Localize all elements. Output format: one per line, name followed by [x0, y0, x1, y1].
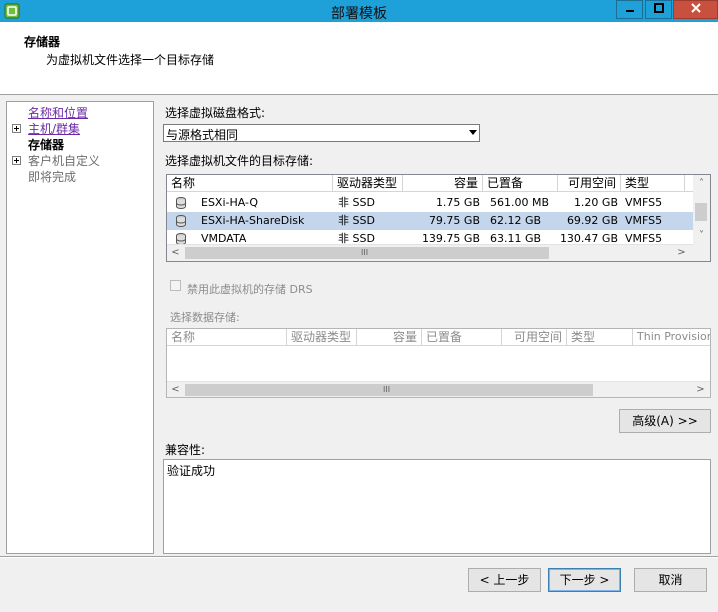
cancel-button[interactable]: 取消	[634, 568, 707, 592]
window-title: 部署模板	[331, 6, 387, 22]
scroll-up-icon[interactable]: ˄	[693, 175, 710, 192]
column-header-capacity: 容量	[357, 329, 422, 346]
expand-host-cluster-icon[interactable]	[12, 124, 21, 133]
footer-divider-highlight	[0, 557, 718, 558]
target-vertical-scrollbar[interactable]: ˄ ˅	[693, 175, 710, 244]
disable-drs-label: 禁用此虚拟机的存储 DRS	[187, 283, 313, 296]
column-header-capacity[interactable]: 容量	[403, 175, 483, 192]
column-header-provisioned: 已置备	[422, 329, 502, 346]
column-header-drive-type: 驱动器类型	[287, 329, 357, 346]
vertical-scroll-thumb[interactable]	[695, 203, 707, 221]
back-button[interactable]: < 上一步	[468, 568, 541, 592]
minimize-button[interactable]	[616, 0, 643, 19]
cell-type: VMFS5	[625, 214, 663, 227]
cell-drive-type: 非 SSD	[338, 196, 375, 209]
wizard-steps-nav: 名称和位置 主机/群集 存储器 客户机自定义 即将完成	[6, 101, 154, 554]
column-header-type[interactable]: 类型	[621, 175, 685, 192]
nav-item-host-cluster[interactable]: 主机/群集	[28, 120, 80, 137]
disk-format-select[interactable]: 与源格式相同	[163, 124, 480, 142]
cell-drive-type: 非 SSD	[338, 214, 375, 227]
scroll-down-icon[interactable]: ˅	[693, 227, 710, 244]
disk-format-label: 选择虚拟磁盘格式:	[165, 106, 266, 120]
next-button[interactable]: 下一步 >	[548, 568, 621, 592]
datastore-horizontal-scrollbar[interactable]: < III >	[167, 381, 710, 397]
close-button[interactable]	[673, 0, 718, 19]
scroll-grip: III	[361, 248, 369, 257]
column-header-free-space[interactable]: 可用空间	[558, 175, 621, 192]
title-bar[interactable]: 部署模板	[0, 0, 718, 22]
disable-drs-checkbox[interactable]	[170, 280, 181, 291]
cell-provisioned: 63.11 GB	[490, 232, 542, 244]
column-header-type: 类型	[567, 329, 633, 346]
compatibility-status: 验证成功	[167, 464, 216, 478]
datastore-table: 名称 驱动器类型 容量 已置备 可用空间 类型 Thin Provisionin…	[166, 328, 711, 398]
scroll-grip: III	[383, 385, 391, 394]
scrollbar-corner	[693, 244, 710, 261]
column-header-name[interactable]: 名称	[167, 175, 333, 192]
cell-drive-type: 非 SSD	[338, 232, 375, 244]
disk-format-value: 与源格式相同	[166, 128, 239, 142]
nav-item-name-location[interactable]: 名称和位置	[28, 104, 88, 121]
datastore-icon	[176, 197, 186, 209]
scroll-left-icon[interactable]: <	[167, 245, 184, 261]
target-storage-table: 名称 驱动器类型 容量 已置备 可用空间 类型 ESXi-HA-Q 非 SSD …	[166, 174, 711, 262]
deploy-template-window: 部署模板 存储器 为虚拟机文件选择一个目标存储 名称和位置 主机/群集 存储器 …	[0, 0, 718, 612]
cell-capacity: 139.75 GB	[421, 232, 480, 244]
datastore-icon	[176, 215, 186, 227]
select-datastore-label: 选择数据存储:	[170, 311, 240, 324]
cell-provisioned: 62.12 GB	[490, 214, 542, 227]
scroll-left-icon[interactable]: <	[167, 382, 184, 397]
cell-provisioned: 561.00 MB	[490, 196, 550, 209]
cell-name: ESXi-HA-ShareDisk	[201, 214, 305, 227]
chevron-down-icon	[469, 130, 477, 135]
nav-item-guest-customization: 客户机自定义	[28, 154, 101, 168]
nav-item-ready-to-complete: 即将完成	[28, 170, 77, 184]
close-icon	[690, 3, 701, 13]
column-header-name: 名称	[167, 329, 287, 346]
cell-type: VMFS5	[625, 232, 663, 244]
target-storage-label: 选择虚拟机文件的目标存储:	[165, 154, 314, 168]
expand-guest-customization-icon[interactable]	[12, 156, 21, 165]
advanced-button[interactable]: 高级(A) >>	[619, 409, 711, 433]
cell-type: VMFS5	[625, 196, 663, 209]
cell-free-space: 1.20 GB	[573, 196, 618, 209]
minimize-icon	[625, 10, 634, 12]
cell-free-space: 69.92 GB	[566, 214, 618, 227]
wizard-header: 存储器 为虚拟机文件选择一个目标存储	[0, 22, 718, 95]
cell-free-space: 130.47 GB	[559, 232, 618, 244]
compatibility-label: 兼容性:	[165, 443, 206, 457]
cell-name: ESXi-HA-Q	[201, 196, 259, 209]
compatibility-box: 验证成功	[163, 459, 711, 554]
page-subtitle: 为虚拟机文件选择一个目标存储	[46, 53, 215, 67]
scroll-right-icon[interactable]: >	[692, 382, 709, 397]
column-header-thin-provisioning: Thin Provisioning	[633, 329, 710, 346]
page-title: 存储器	[24, 35, 61, 49]
column-header-free-space: 可用空间	[502, 329, 567, 346]
column-header-provisioned[interactable]: 已置备	[483, 175, 558, 192]
maximize-icon	[653, 3, 664, 13]
nav-item-storage: 存储器	[28, 138, 65, 152]
maximize-button[interactable]	[645, 0, 672, 19]
cell-name: VMDATA	[201, 232, 247, 244]
cell-capacity: 79.75 GB	[428, 214, 480, 227]
scroll-right-icon[interactable]: >	[673, 245, 690, 261]
column-header-drive-type[interactable]: 驱动器类型	[333, 175, 403, 192]
cell-capacity: 1.75 GB	[435, 196, 480, 209]
target-horizontal-scrollbar[interactable]: < III >	[167, 244, 693, 261]
